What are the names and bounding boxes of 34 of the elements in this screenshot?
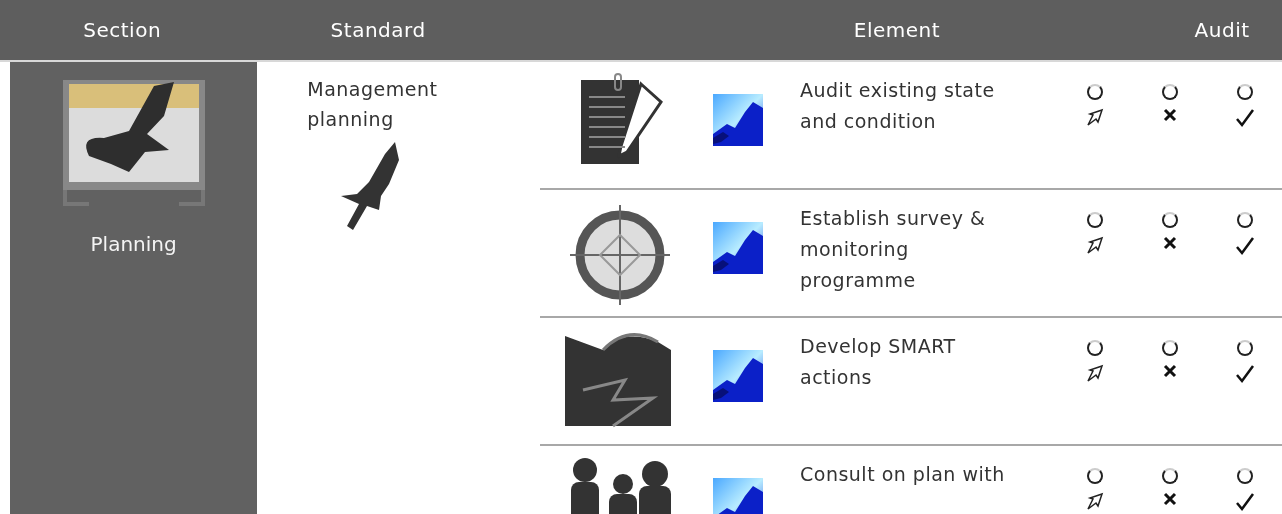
cross-icon: [1162, 108, 1177, 122]
radio-button[interactable]: [1161, 84, 1178, 100]
column-header: Audit: [1194, 18, 1250, 42]
radio-button[interactable]: [1086, 340, 1103, 356]
radio-button[interactable]: [1236, 468, 1253, 484]
check-icon: [1234, 492, 1255, 512]
cross-icon: [1162, 364, 1177, 378]
radio-button[interactable]: [1161, 468, 1178, 484]
radio-button[interactable]: [1236, 340, 1253, 356]
arrow-icon: [1084, 364, 1105, 384]
column-header: Standard: [330, 18, 426, 42]
section-label: Planning: [90, 232, 177, 256]
column-header: Section: [83, 18, 162, 42]
element-text: Audit existing state and condition: [800, 78, 996, 134]
radio-button[interactable]: [1086, 84, 1103, 100]
arrow-icon: [1084, 492, 1105, 512]
radio-button[interactable]: [1236, 212, 1253, 228]
radio-button[interactable]: [1086, 212, 1103, 228]
radio-button[interactable]: [1086, 468, 1103, 484]
arrow-icon: [1084, 236, 1105, 256]
cross-icon: [1162, 492, 1177, 506]
element-text: Consult on plan with: [800, 462, 1005, 487]
standard-label: Management planning: [307, 77, 439, 132]
cross-icon: [1162, 236, 1177, 250]
check-icon: [1234, 236, 1255, 256]
element-text: Develop SMART actions: [800, 334, 957, 390]
check-icon: [1234, 364, 1255, 384]
column-header: Element: [853, 18, 941, 42]
radio-button[interactable]: [1236, 84, 1253, 100]
element-text: Establish survey & monitoring programme: [800, 206, 987, 293]
arrow-icon: [1084, 108, 1105, 128]
radio-button[interactable]: [1161, 340, 1178, 356]
radio-button[interactable]: [1161, 212, 1178, 228]
check-icon: [1234, 108, 1255, 128]
